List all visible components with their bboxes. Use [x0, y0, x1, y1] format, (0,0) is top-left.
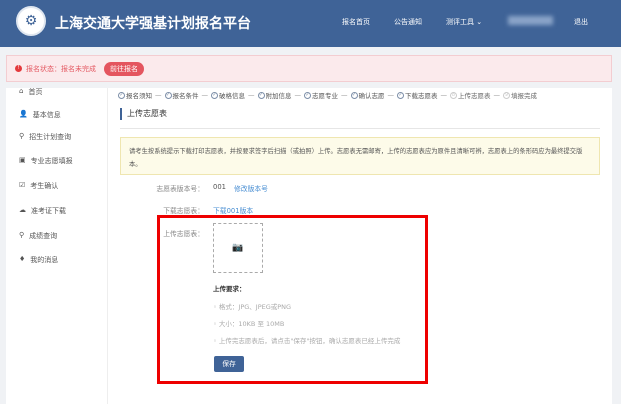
step-separator: —	[440, 91, 448, 99]
search-icon: ⚲	[19, 132, 25, 140]
status-text: 报名状态：报名未完成	[26, 64, 96, 73]
nav-home[interactable]: 报名首页	[342, 17, 370, 27]
sidebar-item-label: 基本信息	[32, 111, 61, 119]
sidebar-item-major-choice[interactable]: ▣ 专业志愿填报	[19, 156, 73, 166]
sidebar-item-label: 招生计划查询	[29, 133, 72, 141]
go-register-button[interactable]: 前往报名	[104, 61, 144, 76]
step-label: 下载志愿表	[405, 92, 438, 100]
step-separator: —	[294, 91, 302, 99]
step-item: ✓ 下载志愿表	[397, 90, 438, 100]
download-label: 下载志愿表：	[163, 207, 204, 215]
step-number-icon: 8	[450, 91, 457, 99]
step-item: ✓ 报名条件	[164, 90, 199, 100]
step-label: 确认志愿	[358, 92, 385, 100]
progress-steps: ✓ 报名须知 — ✓ 报名条件 — ✓ 破格信息 — ✓ 附加信息 — ✓ 志愿专业 — ✓ 确认志愿 — ✓ 下载志…	[118, 90, 537, 100]
book-icon: ▣	[19, 156, 26, 164]
version-value: 001	[213, 183, 226, 191]
edit-icon: ☑	[19, 181, 26, 189]
username-blurred	[508, 16, 553, 25]
version-label: 志愿表版本号：	[156, 185, 204, 193]
step-label: 上传志愿表	[458, 92, 491, 100]
site-title: 上海交通大学强基计划报名平台	[55, 16, 251, 32]
step-label: 破格信息	[219, 92, 245, 100]
step-item: 8 上传志愿表	[450, 90, 491, 100]
step-item: 9 填报完成	[503, 90, 537, 100]
highlight-box	[157, 215, 428, 384]
cloud-download-icon: ☁	[19, 206, 26, 214]
header: ⚙ 上海交通大学强基计划报名平台 报名首页 公告通知 测评工具 ⌄ 退出	[0, 0, 621, 47]
step-label: 志愿专业	[312, 92, 338, 100]
nav-notices[interactable]: 公告通知	[394, 17, 422, 27]
nav-tools-label: 测评工具	[446, 18, 474, 26]
step-separator: —	[201, 91, 209, 99]
sidebar-item-label: 首页	[28, 88, 43, 96]
modify-version-link[interactable]: 修改版本号	[234, 183, 268, 193]
step-label: 附加信息	[265, 92, 292, 100]
check-circle-icon: ✓	[211, 91, 218, 99]
user-icon: 👤	[19, 110, 28, 118]
nav-tools[interactable]: 测评工具 ⌄	[446, 17, 482, 27]
sidebar-item-label: 专业志愿填报	[30, 157, 73, 165]
alert-icon: !	[15, 65, 22, 72]
home-icon: ⌂	[19, 87, 24, 95]
sidebar-item-confirm[interactable]: ☑ 考生确认	[19, 181, 58, 191]
step-separator: —	[387, 91, 395, 99]
step-separator: —	[341, 91, 348, 99]
sidebar-item-label: 我的消息	[30, 256, 59, 264]
sidebar-item-label: 准考证下载	[31, 207, 66, 215]
step-number-icon: 9	[503, 91, 510, 99]
download-link[interactable]: 下载001版本	[213, 205, 253, 215]
step-separator: —	[493, 91, 501, 99]
step-label: 填报完成	[511, 92, 537, 100]
step-item: ✓ 志愿专业	[304, 90, 338, 100]
step-item: ✓ 附加信息	[257, 90, 292, 100]
notice-box: 请考生按系统提示下载打印志愿表，并按要求签字后扫描（或拍照）上传。志愿表无需邮寄…	[120, 137, 600, 175]
university-logo: ⚙	[16, 6, 46, 36]
bell-icon: ♦	[19, 255, 26, 263]
step-item: ✓ 确认志愿	[350, 90, 385, 100]
check-circle-icon: ✓	[257, 91, 265, 99]
search-icon: ⚲	[19, 231, 25, 239]
sidebar-item-basic-info[interactable]: 👤 基本信息	[19, 110, 61, 120]
check-circle-icon: ✓	[304, 91, 311, 99]
sidebar-item-label: 考生确认	[30, 182, 59, 190]
sidebar-item-plan-query[interactable]: ⚲ 招生计划查询	[19, 132, 71, 142]
check-circle-icon: ✓	[397, 91, 404, 99]
step-label: 报名条件	[172, 92, 199, 100]
sidebar-item-home[interactable]: ⌂ 首页	[19, 87, 42, 97]
sidebar-item-admission-ticket[interactable]: ☁ 准考证下载	[19, 206, 66, 216]
step-item: ✓ 破格信息	[211, 90, 245, 100]
divider	[120, 128, 600, 129]
step-item: ✓ 报名须知	[118, 90, 152, 100]
page-title: 上传志愿表	[120, 108, 167, 120]
sidebar-item-scores[interactable]: ⚲ 成绩查询	[19, 231, 57, 241]
check-circle-icon: ✓	[118, 91, 125, 99]
chevron-down-icon: ⌄	[476, 18, 483, 26]
nav-logout[interactable]: 退出	[574, 17, 588, 27]
sidebar-item-messages[interactable]: ♦ 我的消息	[19, 255, 58, 265]
status-alert: ! 报名状态：报名未完成 前往报名	[6, 55, 612, 82]
step-separator: —	[248, 91, 255, 99]
step-separator: —	[155, 91, 162, 99]
check-circle-icon: ✓	[350, 91, 358, 99]
sidebar: ⌂ 首页 👤 基本信息 ⚲ 招生计划查询 ▣ 专业志愿填报 ☑ 考生确认 ☁ 准考证下载 ⚲…	[6, 87, 108, 404]
step-label: 报名须知	[126, 92, 152, 100]
sidebar-item-label: 成绩查询	[29, 232, 58, 240]
check-circle-icon: ✓	[164, 91, 172, 99]
